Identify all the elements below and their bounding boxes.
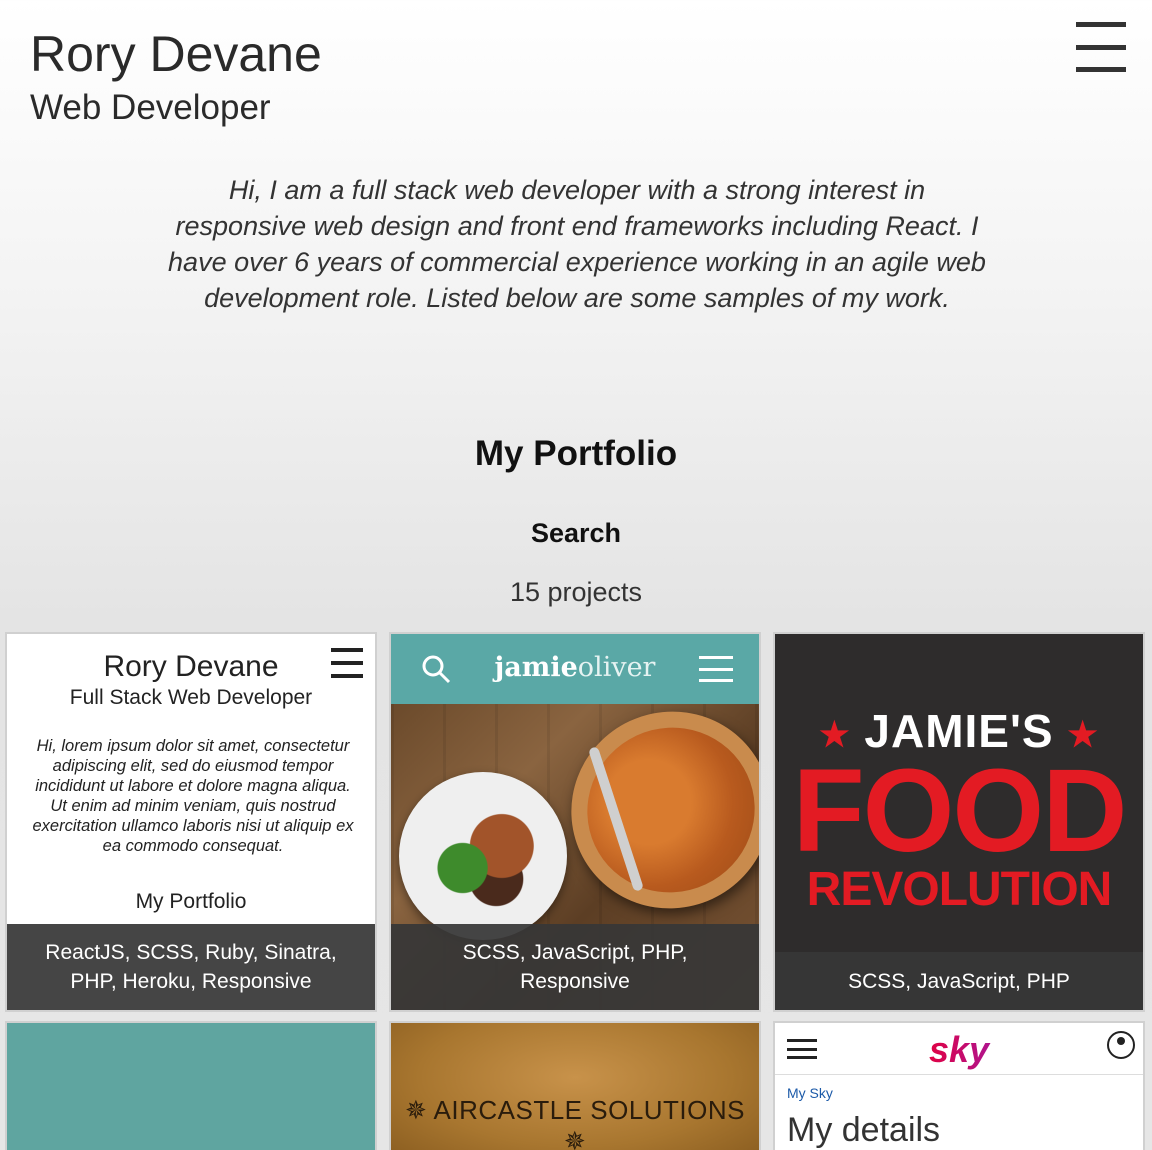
- portfolio-heading: My Portfolio: [474, 434, 678, 473]
- thumb-hamburger-icon: [331, 648, 363, 678]
- sky-logo: sky: [775, 1029, 1143, 1071]
- menu-bar: [1076, 22, 1126, 27]
- project-card-food-revolution[interactable]: ★ JAMIE'S ★ FOOD REVOLUTION SCSS, JavaSc…: [773, 632, 1145, 1012]
- thumb-portfolio-heading: My Portfolio: [135, 890, 247, 913]
- menu-bar: [1076, 44, 1126, 50]
- food-text: FOOD: [792, 745, 1128, 877]
- thumb-intro-text: Hi, lorem ipsum dolor sit amet, consecte…: [32, 737, 354, 855]
- intro-text: Hi, I am a full stack web developer with…: [168, 175, 986, 313]
- project-card-teal[interactable]: [5, 1021, 377, 1150]
- project-card-rory-devane[interactable]: Rory Devane Full Stack Web Developer Hi,…: [5, 632, 377, 1012]
- aircastle-logo: ✵ AIRCASTLE SOLUTIONS ✵: [404, 1095, 746, 1150]
- project-card-sky[interactable]: sky My Sky My details: [773, 1021, 1145, 1150]
- thumb-hamburger-icon: [699, 656, 733, 682]
- project-tags: SCSS, JavaScript, PHP: [775, 952, 1143, 1010]
- revolution-text: REVOLUTION: [806, 863, 1113, 916]
- project-tags: SCSS, JavaScript, PHP, Responsive: [391, 924, 759, 1010]
- plate-food: [429, 802, 541, 912]
- site-name: Rory Devane: [30, 26, 322, 82]
- project-card-jamie-oliver[interactable]: jamieoliver SCSS, JavaScript, PHP, Respo…: [389, 632, 761, 1012]
- project-tags: ReactJS, SCSS, Ruby, Sinatra, PHP, Herok…: [7, 924, 375, 1010]
- hamburger-menu-icon[interactable]: [1076, 22, 1126, 72]
- thumb-breadcrumb: My Sky: [787, 1085, 833, 1101]
- thumb-site-role: Full Stack Web Developer: [69, 686, 313, 709]
- site-role: Web Developer: [30, 88, 271, 127]
- logo-bold: jamie: [494, 652, 578, 683]
- project-card-aircastle[interactable]: ✵ AIRCASTLE SOLUTIONS ✵: [389, 1021, 761, 1150]
- logo-light: oliver: [577, 652, 656, 683]
- site-title-block: Rory Devane Web Developer: [30, 24, 322, 130]
- thumb-site-name: Rory Devane: [103, 650, 279, 683]
- search-toggle[interactable]: Search: [0, 518, 1152, 549]
- menu-bar: [1076, 67, 1126, 72]
- thumb-heading: My details: [787, 1111, 941, 1149]
- user-icon: [1107, 1031, 1135, 1059]
- project-count: 15 projects: [509, 577, 643, 607]
